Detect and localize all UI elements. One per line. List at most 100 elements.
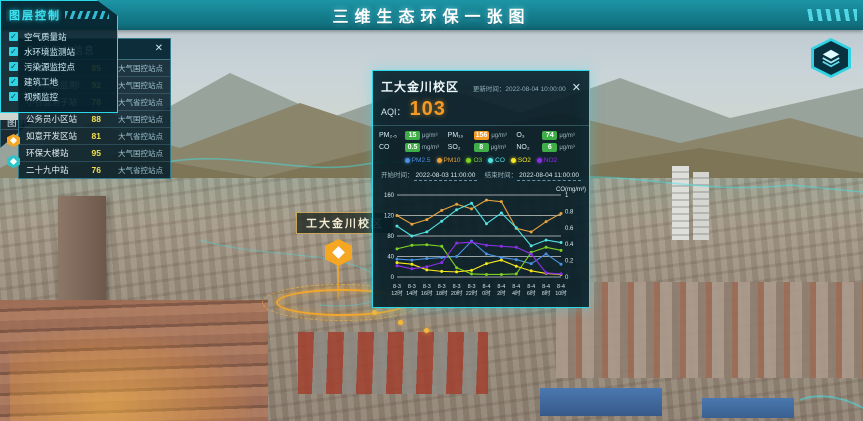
legend-label: NO2 xyxy=(544,157,557,164)
popup-close-icon[interactable]: ✕ xyxy=(572,83,581,94)
station-aqi: 76 xyxy=(79,165,101,175)
pollutant-value-chip: 0.5 xyxy=(405,143,420,152)
checkbox-checked-icon[interactable]: ✓ xyxy=(9,77,18,86)
station-name: 公务员小区站 xyxy=(26,113,79,125)
pollutant-label: CO xyxy=(379,144,403,151)
layer-item[interactable]: ✓ 视频监控 xyxy=(9,89,109,104)
layer-item[interactable]: ✓ 空气质量站 xyxy=(9,29,109,44)
svg-text:8-314时: 8-314时 xyxy=(406,284,418,297)
legend-label: O3 xyxy=(473,157,482,164)
chart-legend-item[interactable]: PM2.5 xyxy=(405,157,431,164)
layer-list: ✓ 空气质量站 ✓ 水环境监测站 ✓ 污染源监控点 ✓ 建筑工地 ✓ 视频监控 xyxy=(9,29,109,104)
checkbox-checked-icon[interactable]: ✓ xyxy=(9,92,18,101)
svg-text:0: 0 xyxy=(565,275,569,281)
station-aqi: 81 xyxy=(79,131,101,141)
layer-panel-title: 图层控制 xyxy=(9,7,61,23)
pollutant-value-chip: 74 xyxy=(542,131,557,140)
station-type: 大气省控站点 xyxy=(101,165,163,176)
layer-label: 水环境监测站 xyxy=(24,46,75,58)
layer-item[interactable]: ✓ 污染源监控点 xyxy=(9,59,109,74)
aqi-value: 103 xyxy=(410,98,446,121)
layer-toggle-button[interactable] xyxy=(811,38,851,78)
pollutant-label: PM₂.₅ xyxy=(379,132,403,139)
svg-text:0.6: 0.6 xyxy=(565,226,574,232)
pollutant-label: O₃ xyxy=(516,132,540,139)
checkbox-checked-icon[interactable]: ✓ xyxy=(9,62,18,71)
chart-legend-item[interactable]: SO2 xyxy=(511,157,531,164)
station-name: 如意开发区站 xyxy=(26,130,79,142)
end-time-input[interactable]: 2022-08-04 11:00:00 xyxy=(517,172,581,181)
pollutant-value-chip: 15 xyxy=(405,131,420,140)
station-name: 环保大楼站 xyxy=(26,147,79,159)
svg-text:8-312时: 8-312时 xyxy=(391,284,403,297)
popup-title: 工大金川校区 xyxy=(381,78,459,95)
svg-text:8-46时: 8-46时 xyxy=(527,284,536,297)
layer-item[interactable]: ✓ 建筑工地 xyxy=(9,74,109,89)
building-right-blocks xyxy=(556,282,863,378)
svg-text:CO(mg/m³): CO(mg/m³) xyxy=(556,187,586,193)
legend-dot-icon xyxy=(537,158,542,163)
layer-label: 建筑工地 xyxy=(24,76,58,88)
svg-text:0.8: 0.8 xyxy=(565,209,574,215)
svg-text:8-316时: 8-316时 xyxy=(421,284,433,297)
pollutant-unit: μg/m³ xyxy=(559,133,574,139)
pollutant-cell: PM₂.₅15μg/m³ xyxy=(379,131,446,140)
checkbox-checked-icon[interactable]: ✓ xyxy=(9,32,18,41)
popup-update-time: 更新时间：2022-08-04 10:00:00 xyxy=(465,83,566,93)
pollutant-cell: CO0.5mg/m³ xyxy=(379,143,446,152)
checkbox-checked-icon[interactable]: ✓ xyxy=(9,47,18,56)
pollutant-trend-chart: 0408012016000.20.40.60.81CO(mg/m³)8-312时… xyxy=(377,185,587,303)
legend-dot-icon xyxy=(466,158,471,163)
legend-label: PM10 xyxy=(444,157,461,164)
legend-label: CO xyxy=(495,157,505,164)
start-time-label: 开始时间： xyxy=(381,169,414,179)
layer-label: 视频监控 xyxy=(24,91,58,103)
pollutant-unit: μg/m³ xyxy=(559,145,574,151)
popup-header: 工大金川校区 更新时间：2022-08-04 10:00:00 ✕ xyxy=(373,71,589,98)
chart-legend: PM2.5 PM10 O3 CO SO2 NO2 xyxy=(373,155,589,167)
svg-text:8-40时: 8-40时 xyxy=(482,284,491,297)
layer-label: 空气质量站 xyxy=(24,31,67,43)
chart-legend-item[interactable]: NO2 xyxy=(537,157,557,164)
svg-text:8-322时: 8-322时 xyxy=(466,284,478,297)
aqi-row: AQI： 103 xyxy=(373,98,589,126)
map-dot xyxy=(424,328,429,333)
pollutant-unit: μg/m³ xyxy=(491,133,506,139)
legend-dot-icon xyxy=(511,158,516,163)
station-panel-close-icon[interactable]: ✕ xyxy=(155,44,163,54)
legend-dot-icon xyxy=(437,158,442,163)
pollutant-cell: PM₁₀156μg/m³ xyxy=(448,131,515,140)
header-stripes-decoration xyxy=(65,11,109,19)
pollutant-cell: NO₂6μg/m³ xyxy=(516,143,583,152)
svg-text:0.4: 0.4 xyxy=(565,242,574,248)
svg-text:8-44时: 8-44时 xyxy=(512,284,521,297)
map-dot xyxy=(398,320,403,325)
map-dot xyxy=(372,310,377,315)
svg-text:8-318时: 8-318时 xyxy=(436,284,448,297)
sunlit-glow xyxy=(10,330,250,421)
svg-text:120: 120 xyxy=(384,214,395,220)
station-row[interactable]: 二十九中站76大气省控站点 xyxy=(19,162,170,179)
time-range-row: 开始时间： 2022-08-03 11:00:00 结束时间： 2022-08-… xyxy=(373,167,589,185)
layer-item[interactable]: ✓ 水环境监测站 xyxy=(9,44,109,59)
update-time-label: 更新时间： xyxy=(473,86,506,93)
pollutant-value-chip: 156 xyxy=(474,131,490,140)
start-time-input[interactable]: 2022-08-03 11:00:00 xyxy=(414,172,478,181)
svg-text:80: 80 xyxy=(387,234,394,240)
page-title: 三维生态环保一张图 xyxy=(332,3,530,27)
layer-panel-header: 图层控制 xyxy=(9,7,109,23)
building-red-sheds xyxy=(298,332,488,394)
pollutant-cell: O₃74μg/m³ xyxy=(516,131,583,140)
chart-legend-item[interactable]: O3 xyxy=(466,157,482,164)
legend-label: PM2.5 xyxy=(412,157,431,164)
station-row[interactable]: 如意开发区站81大气省控站点 xyxy=(19,128,170,145)
station-row[interactable]: 公务员小区站88大气国控站点 xyxy=(19,111,170,128)
app-window: 三维生态环保一张图 空气站信息 ✕ 青城公园站85大气国控站点大学西路监测站92… xyxy=(0,0,863,421)
pollutant-value-chip: 8 xyxy=(474,143,489,152)
station-row[interactable]: 环保大楼站95大气国控站点 xyxy=(19,145,170,162)
building-blue-warehouse-1 xyxy=(540,388,662,416)
layer-label: 污染源监控点 xyxy=(24,61,75,73)
end-time-label: 结束时间： xyxy=(485,169,518,179)
chart-legend-item[interactable]: CO xyxy=(488,157,505,164)
chart-legend-item[interactable]: PM10 xyxy=(437,157,461,164)
